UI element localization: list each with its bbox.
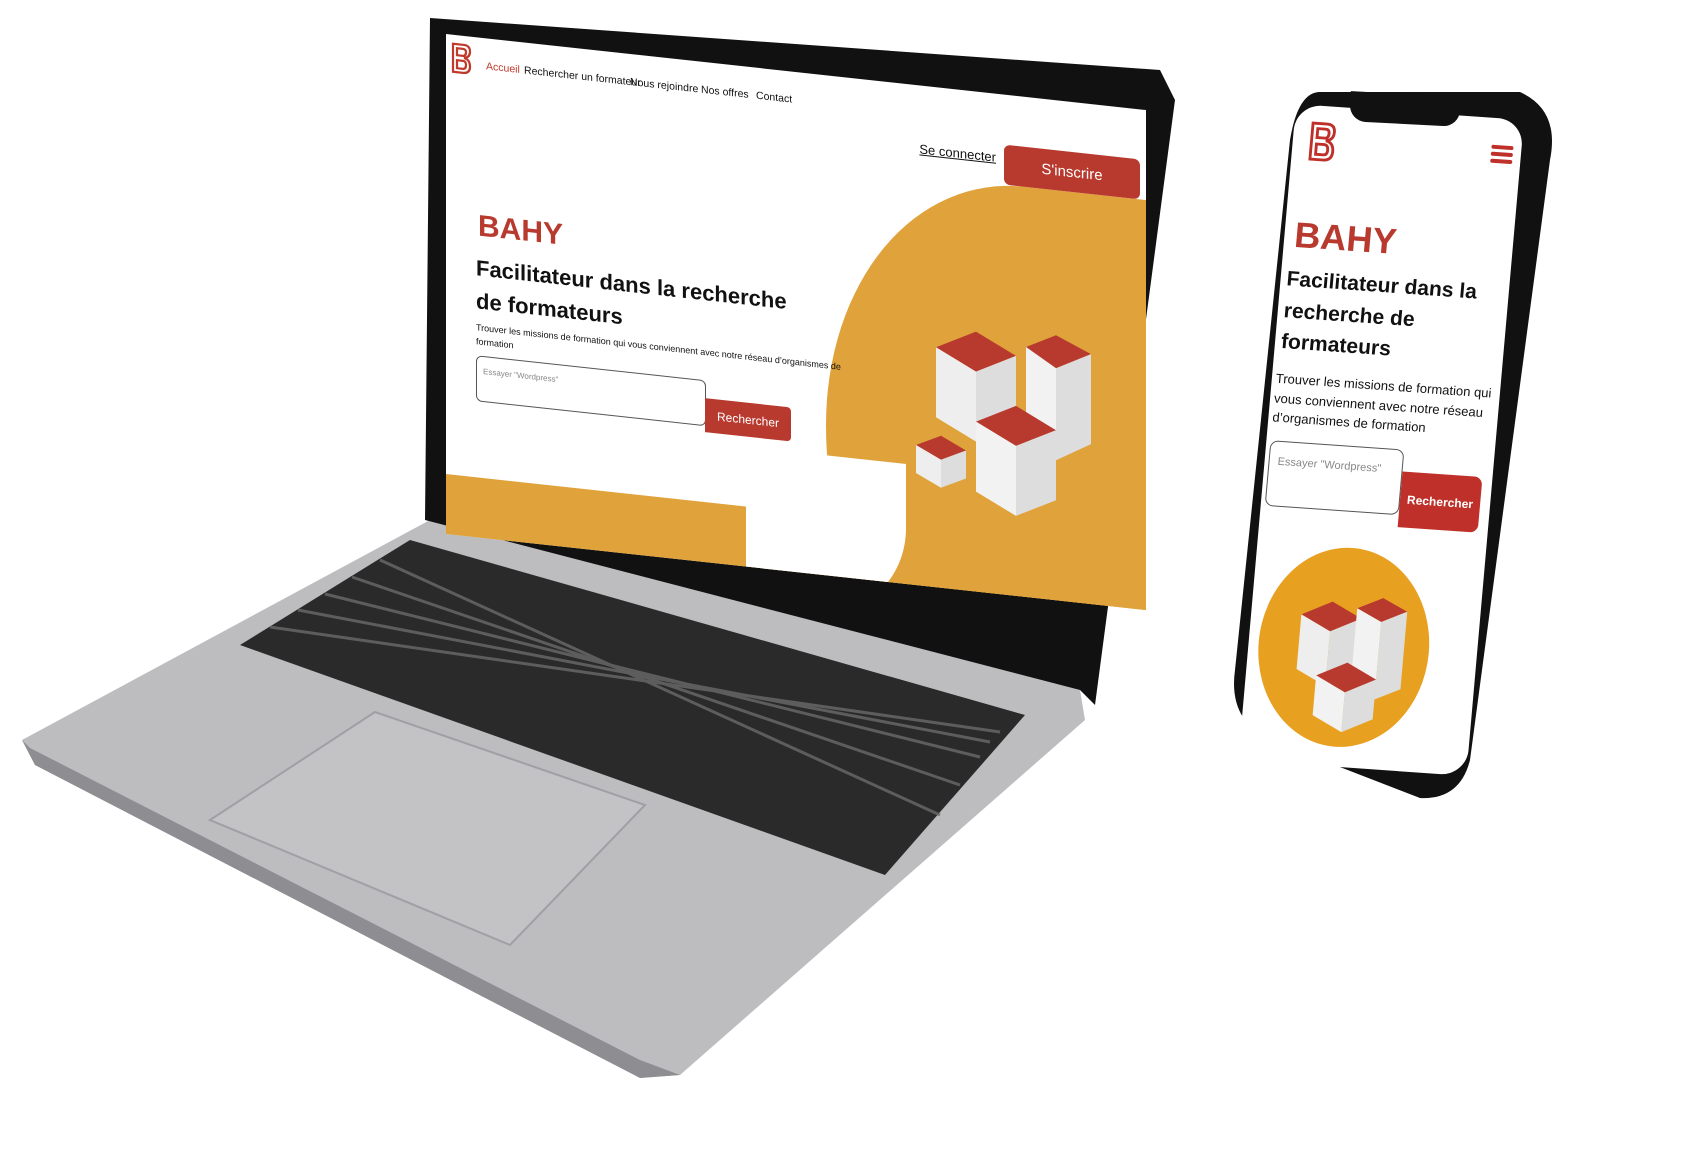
isometric-illustration [916, 331, 1091, 516]
bahy-logo-icon[interactable] [450, 40, 472, 76]
nav-nous-rejoindre[interactable]: Nous rejoindre [630, 76, 698, 95]
hamburger-icon[interactable] [1490, 142, 1514, 167]
phone-search-input[interactable]: Essayer "Wordpress" [1264, 440, 1405, 516]
nav-accueil[interactable]: Accueil [486, 60, 520, 76]
login-link[interactable]: Se connecter [919, 141, 996, 164]
hero-brand: BAHY [478, 209, 564, 252]
phone-notch [1349, 91, 1461, 127]
phone-illustration [1250, 542, 1438, 753]
phone-search-button[interactable]: Rechercher [1397, 471, 1483, 533]
bahy-logo-icon[interactable] [1305, 119, 1339, 165]
nav-rechercher-formateur[interactable]: Rechercher un formateur [524, 64, 641, 89]
phone-hero-headline: Facilitateur dans la recherche de format… [1280, 267, 1478, 361]
laptop-screen: Accueil Rechercher un formateur Nous rej… [446, 34, 1146, 611]
phone-hero-subtitle: Trouver les missions de formation qui vo… [1271, 370, 1493, 436]
illustration-blocks [916, 331, 1091, 516]
isometric-illustration [1296, 598, 1408, 733]
search-button[interactable]: Rechercher [705, 398, 791, 442]
nav-nos-offres[interactable]: Nos offres [701, 84, 749, 101]
nav-contact[interactable]: Contact [756, 90, 792, 106]
phone-hero-brand: BAHY [1292, 214, 1399, 262]
